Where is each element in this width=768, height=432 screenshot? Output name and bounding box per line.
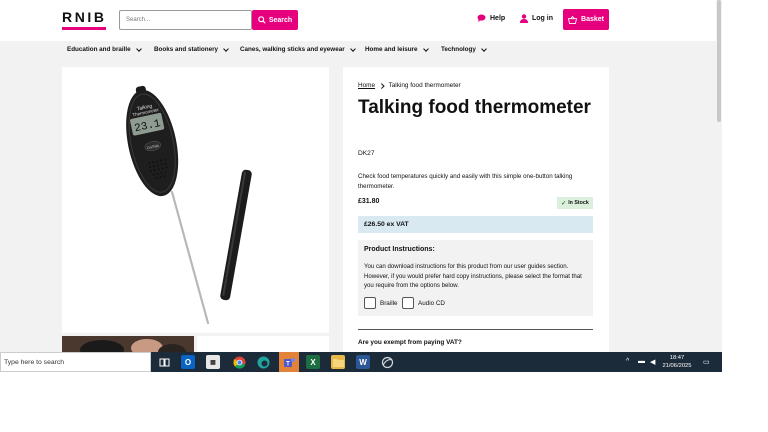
option-label: Audio CD [418,299,445,307]
site-header: RNIB Search... Search Help Log in Basket [0,0,716,41]
divider [358,329,593,330]
task-view-icon[interactable] [157,355,171,369]
chevron-right-icon [379,83,385,88]
clock[interactable]: 18:47 21/06/2025 [662,354,692,370]
breadcrumb-current: Talking food thermometer [388,82,461,89]
ex-vat-price: £26.50 ex VAT [358,216,593,233]
braille-checkbox[interactable] [364,297,376,309]
chevron-down-icon [422,45,429,52]
rnib-logo[interactable]: RNIB [62,9,107,25]
browser-viewport: RNIB Search... Search Help Log in Basket [0,0,722,352]
thumbnail-image-2[interactable] [197,336,329,352]
audio-cd-checkbox[interactable] [402,297,414,309]
option-label: Braille [380,299,398,307]
excel-icon[interactable]: X [306,355,320,369]
chevron-down-icon [135,45,142,52]
stock-label: In Stock [568,200,589,206]
instructions-text: You can download instructions for this p… [364,263,582,290]
thumbnail-photo [62,336,194,352]
basket-icon [568,15,578,24]
thermometer-image: 23.1 Talking Thermometer On/Talk [126,85,252,325]
screen: RNIB Search... Search Help Log in Basket [0,0,768,432]
stock-badge: ✓ In Stock [557,197,593,209]
basket-label: Basket [581,16,604,23]
chevron-down-icon [481,45,487,52]
login-link[interactable]: Log in [520,14,553,23]
page-title: Talking food thermometer [358,97,591,118]
nav-label: Home and leisure [365,46,418,53]
windows-taskbar: Type here to search O ▦ T X W ^ ▬ ◀ 18:4… [0,352,722,372]
vat-exempt-question[interactable]: Are you exempt from paying VAT? [358,339,462,346]
breadcrumb-home[interactable]: Home [358,82,375,89]
user-icon [520,14,528,23]
clock-date: 21/06/2025 [662,363,692,369]
product-image-panel[interactable]: 23.1 Talking Thermometer On/Talk [62,67,329,333]
search-button-label: Search [268,16,293,24]
taskbar-search-input[interactable]: Type here to search [0,352,151,372]
svg-text:T: T [286,361,290,367]
outlook-icon[interactable]: O [181,355,195,369]
nav-technology[interactable]: Technology [441,45,487,53]
option-audio-cd[interactable]: Audio CD [402,297,445,309]
chevron-down-icon [349,45,356,52]
network-icon[interactable]: ▬ [638,358,645,365]
product-description: Check food temperatures quickly and easi… [358,173,573,190]
app-icon[interactable] [380,355,394,369]
search-button[interactable]: Search [252,10,298,30]
chevron-down-icon [223,45,229,52]
nav-education-braille[interactable]: Education and braille [67,45,142,53]
help-label: Help [490,14,506,22]
check-icon: ✓ [561,200,567,207]
help-link[interactable]: Help [477,14,505,22]
product-code: DK27 [358,150,375,157]
category-nav: Education and braille Books and statione… [0,41,716,59]
product-instructions-box: Product Instructions: You can download i… [358,240,593,316]
nav-books-stationery[interactable]: Books and stationery [154,45,229,53]
teams-icon[interactable]: T [279,352,299,372]
nav-canes-eyewear[interactable]: Canes, walking sticks and eyewear [240,45,356,53]
file-explorer-icon[interactable] [331,355,345,369]
chevron-up-icon[interactable]: ^ [626,358,629,365]
nav-label: Education and braille [67,46,131,53]
calendar-app-icon[interactable]: ▦ [206,355,220,369]
thumbnail-image-1[interactable] [62,336,194,352]
nav-label: Books and stationery [154,46,219,53]
nav-home-leisure[interactable]: Home and leisure [365,45,429,53]
option-braille[interactable]: Braille [364,297,398,309]
word-icon[interactable]: W [356,355,370,369]
instructions-heading: Product Instructions: [364,246,435,253]
breadcrumb: Home Talking food thermometer [358,82,461,89]
search-input[interactable]: Search... [119,10,252,30]
notification-icon[interactable]: ▭ [703,358,710,366]
search-icon [258,16,266,24]
nav-label: Canes, walking sticks and eyewear [240,46,345,53]
product-info-panel: Home Talking food thermometer Talking fo… [343,67,609,352]
chrome-icon[interactable] [232,355,246,369]
page-scrollbar[interactable] [717,0,721,122]
product-price: £31.80 [358,198,380,205]
edge-icon[interactable] [256,355,270,369]
volume-icon[interactable]: ◀ [650,358,655,366]
clock-time: 18:47 [669,355,685,361]
nav-label: Technology [441,46,476,53]
logo-underline [62,27,106,30]
basket-button[interactable]: Basket [563,9,609,30]
chat-bubble-icon [477,14,486,22]
login-label: Log in [532,15,553,22]
